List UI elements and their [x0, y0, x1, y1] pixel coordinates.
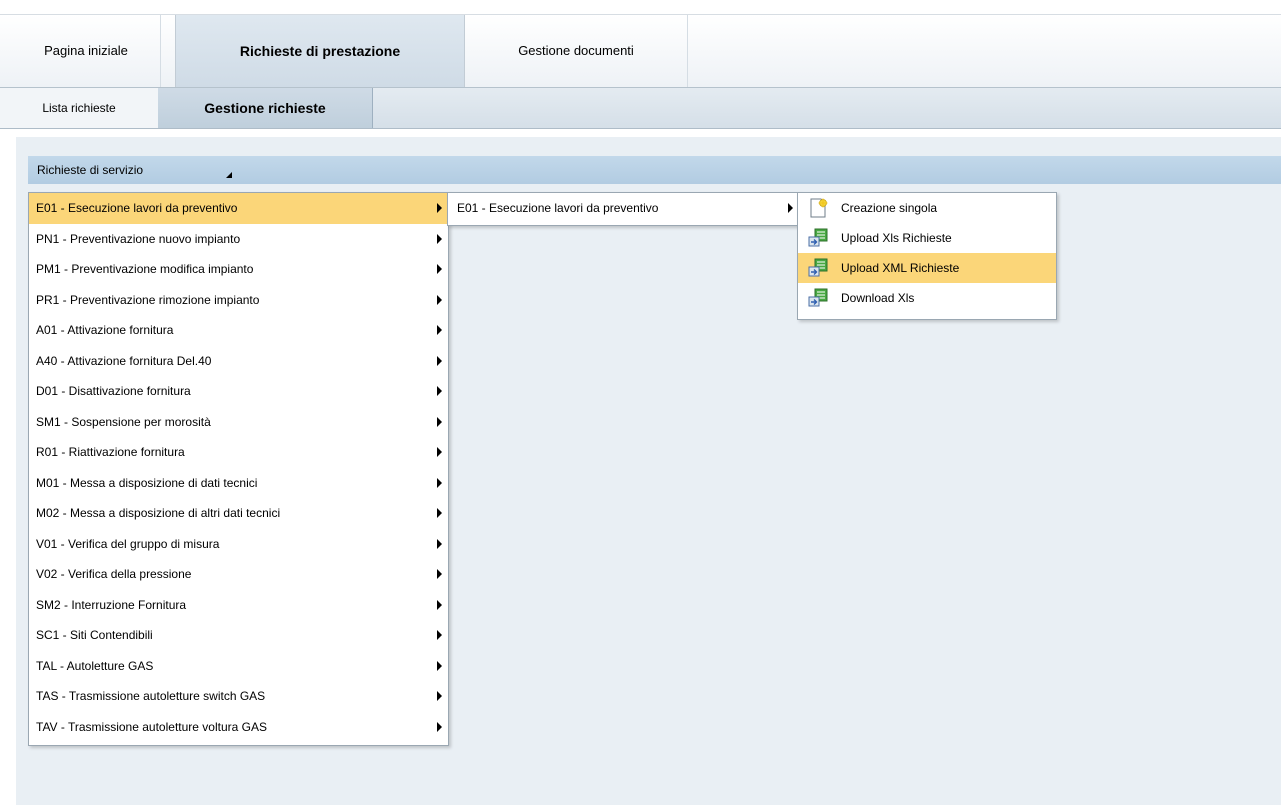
menu-header-label: Richieste di servizio [37, 163, 144, 177]
submenu-arrow-icon [437, 416, 442, 427]
menu-item-label: A01 - Attivazione fornitura [36, 323, 174, 337]
submenu-arrow-icon [437, 721, 442, 732]
menu-item-e01[interactable]: E01 - Esecuzione lavori da preventivo [29, 193, 448, 224]
submenu-arrow-icon [437, 660, 442, 671]
submenu-item-e01[interactable]: E01 - Esecuzione lavori da preventivo [448, 193, 799, 223]
menu-item-pn1[interactable]: PN1 - Preventivazione nuovo impianto [29, 224, 448, 255]
menu-item-label: PN1 - Preventivazione nuovo impianto [36, 231, 241, 246]
submenu-arrow-icon [437, 294, 442, 305]
menu-item-a40[interactable]: A40 - Attivazione fornitura Del.40 [29, 346, 448, 377]
submenu-arrow-icon [437, 355, 442, 366]
action-label: Download Xls [841, 291, 915, 305]
menu-item-m01[interactable]: M01 - Messa a disposizione di dati tecni… [29, 468, 448, 499]
submenu-item-label: E01 - Esecuzione lavori da preventivo [457, 201, 659, 215]
menu-item-label: PM1 - Preventivazione modifica impianto [36, 262, 254, 276]
action-download-xls[interactable]: Download Xls [798, 283, 1056, 313]
submenu-arrow-icon [437, 386, 442, 397]
menu-item-label: R01 - Riattivazione fornitura [36, 445, 185, 459]
submenu-arrow-icon [437, 325, 442, 336]
dropdown-caret-icon [226, 172, 232, 178]
main-tab-bar: Pagina iniziale Richieste di prestazione… [0, 15, 1281, 88]
menu-item-d01[interactable]: D01 - Disattivazione fornitura [29, 376, 448, 407]
e01-submenu: E01 - Esecuzione lavori da preventivo [447, 192, 800, 226]
menu-item-v01[interactable]: V01 - Verifica del gruppo di misura [29, 529, 448, 560]
menu-item-label: V02 - Verifica della pressione [36, 567, 192, 581]
menu-item-m02[interactable]: M02 - Messa a disposizione di altri dati… [29, 498, 448, 529]
actions-menu: Creazione singola Upload Xls Richieste U… [797, 192, 1057, 320]
submenu-arrow-icon [437, 264, 442, 275]
menu-item-tal[interactable]: TAL - Autoletture GAS [29, 651, 448, 682]
new-document-icon [810, 198, 828, 218]
service-requests-menu: E01 - Esecuzione lavori da preventivo PN… [28, 192, 449, 746]
menu-item-sm2[interactable]: SM2 - Interruzione Fornitura [29, 590, 448, 621]
submenu-arrow-icon [437, 538, 442, 549]
action-upload-xml-richieste[interactable]: Upload XML Richieste [798, 253, 1056, 283]
menu-item-label: M02 - Messa a disposizione di altri dati… [36, 506, 281, 520]
service-requests-menu-header[interactable]: Richieste di servizio [28, 156, 1281, 184]
action-upload-xls-richieste[interactable]: Upload Xls Richieste [798, 223, 1056, 253]
submenu-arrow-icon [788, 203, 793, 213]
upload-icon [808, 258, 828, 277]
menu-item-sc1[interactable]: SC1 - Siti Contendibili [29, 620, 448, 651]
submenu-arrow-icon [437, 203, 442, 214]
submenu-arrow-icon [437, 477, 442, 488]
menu-item-label: SC1 - Siti Contendibili [36, 628, 153, 642]
top-strip [0, 0, 1281, 15]
submenu-arrow-icon [437, 447, 442, 458]
submenu-arrow-icon [437, 691, 442, 702]
subtab-gestione-richieste[interactable]: Gestione richieste [158, 88, 373, 128]
menu-item-pm1[interactable]: PM1 - Preventivazione modifica impianto [29, 254, 448, 285]
upload-icon [808, 228, 828, 247]
menu-item-r01[interactable]: R01 - Riattivazione fornitura [29, 437, 448, 468]
tab-richieste-di-prestazione[interactable]: Richieste di prestazione [175, 15, 465, 87]
separator [0, 129, 1281, 137]
menu-item-label: TAV - Trasmissione autoletture voltura G… [36, 719, 267, 734]
tab-pagina-iniziale[interactable]: Pagina iniziale [12, 15, 161, 87]
menu-item-label: TAL - Autoletture GAS [36, 658, 154, 673]
menu-item-label: D01 - Disattivazione fornitura [36, 384, 191, 398]
menu-item-label: E01 - Esecuzione lavori da preventivo [36, 201, 238, 215]
menu-item-label: PR1 - Preventivazione rimozione impianto [36, 292, 260, 307]
action-creazione-singola[interactable]: Creazione singola [798, 193, 1056, 223]
submenu-arrow-icon [437, 508, 442, 519]
menu-item-v02[interactable]: V02 - Verifica della pressione [29, 559, 448, 590]
menu-item-label: V01 - Verifica del gruppo di misura [36, 536, 220, 551]
menu-item-tas[interactable]: TAS - Trasmissione autoletture switch GA… [29, 681, 448, 712]
menu-item-label: SM1 - Sospensione per morosità [36, 414, 211, 429]
action-label: Creazione singola [841, 201, 938, 215]
action-label: Upload Xls Richieste [841, 231, 952, 245]
menu-item-a01[interactable]: A01 - Attivazione fornitura [29, 315, 448, 346]
menu-item-sm1[interactable]: SM1 - Sospensione per morosità [29, 407, 448, 438]
subtab-lista-richieste[interactable]: Lista richieste [0, 88, 158, 128]
tab-gestione-documenti[interactable]: Gestione documenti [465, 15, 688, 87]
menu-item-pr1[interactable]: PR1 - Preventivazione rimozione impianto [29, 285, 448, 316]
submenu-arrow-icon [437, 233, 442, 244]
menu-item-label: SM2 - Interruzione Fornitura [36, 597, 187, 612]
submenu-arrow-icon [437, 599, 442, 610]
menu-item-label: M01 - Messa a disposizione di dati tecni… [36, 475, 258, 490]
menu-item-label: TAS - Trasmissione autoletture switch GA… [36, 689, 266, 703]
menu-item-label: A40 - Attivazione fornitura Del.40 [36, 353, 212, 368]
submenu-arrow-icon [437, 569, 442, 580]
menu-item-tav[interactable]: TAV - Trasmissione autoletture voltura G… [29, 712, 448, 743]
sub-tab-bar: Lista richieste Gestione richieste [0, 88, 1281, 129]
download-icon [808, 288, 828, 307]
submenu-arrow-icon [437, 630, 442, 641]
action-label: Upload XML Richieste [841, 261, 960, 275]
